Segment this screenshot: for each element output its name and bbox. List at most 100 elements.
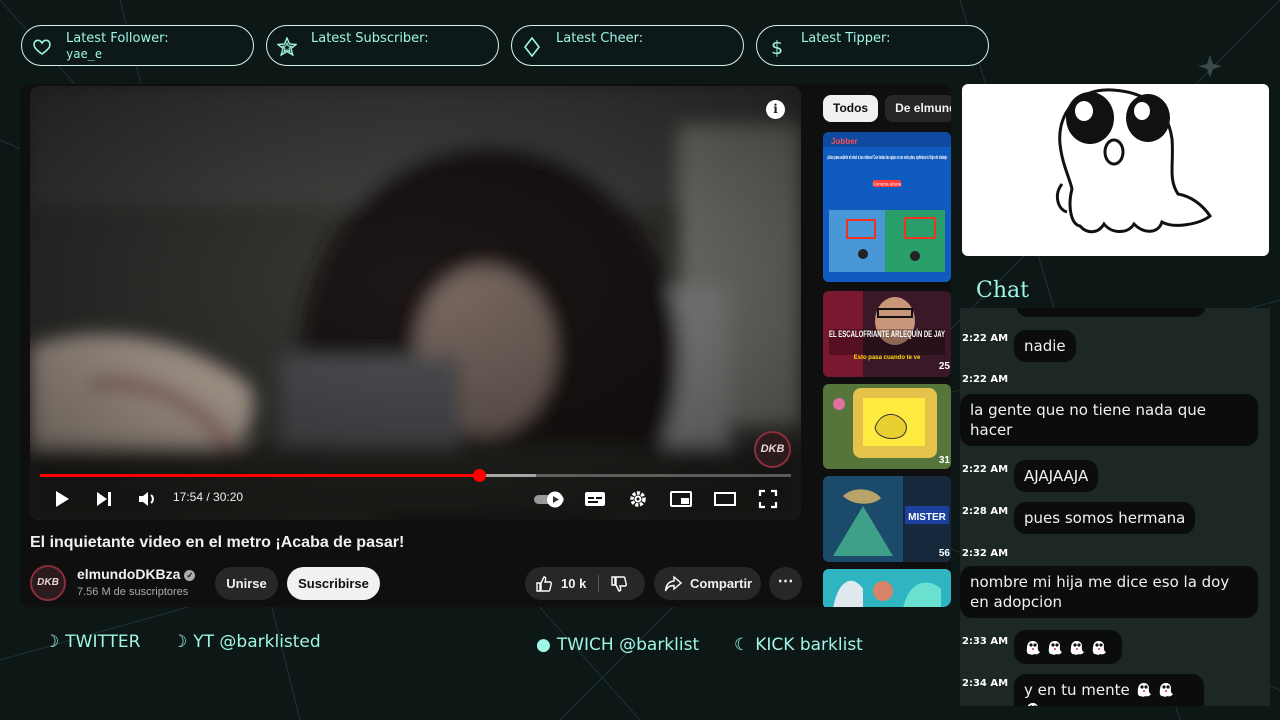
ghost-mascot	[1055, 88, 1213, 234]
chat-text: nombre mi hija me dice eso la doy en ado…	[960, 566, 1258, 618]
settings-icon[interactable]	[627, 488, 649, 510]
ghost-emote-icon	[1137, 683, 1151, 697]
share-icon	[664, 575, 682, 592]
latest-tipper-alert: $ Latest Tipper:	[756, 25, 989, 66]
chat-bubble-partial	[1016, 308, 1206, 317]
ghost-emote-icon	[1027, 703, 1038, 706]
social-youtube-label: YT @barklisted	[193, 632, 321, 652]
thumb-2-title: EL ESCALOFRIANTE ARLEQUÍN DE JAY	[829, 329, 945, 339]
chat-text: y en tu mente	[1024, 681, 1130, 699]
svg-text:$: $	[771, 37, 783, 57]
channel-name-text[interactable]: elmundoDKBza	[77, 566, 180, 582]
alerts-bar: Latest Follower: yae_e Latest Subscriber…	[21, 25, 989, 66]
heart-icon	[33, 39, 51, 55]
thumb-4-badge: 56	[939, 548, 951, 559]
chat-timestamp: 2:22 AM	[962, 464, 1009, 475]
ghost-emote-icon	[1092, 641, 1106, 655]
thumb-4-art: MISTER 56	[823, 476, 951, 562]
thumb-2-art: EL ESCALOFRIANTE ARLEQUÍN DE JAY Esto pa…	[823, 291, 951, 377]
youtube-window: i DKB 17:54 / 30:20 El inquietante video…	[20, 84, 951, 607]
thumb-5-art	[823, 569, 951, 607]
play-icon[interactable]	[51, 488, 73, 510]
more-actions-icon[interactable]: ⋯	[769, 567, 802, 600]
recommended-thumb-2[interactable]: EL ESCALOFRIANTE ARLEQUÍN DE JAY Esto pa…	[823, 291, 951, 377]
social-youtube[interactable]: ☽ YT @barklisted	[172, 632, 321, 652]
autoplay-toggle[interactable]	[533, 488, 567, 510]
channel-name[interactable]: elmundoDKBza ✓	[77, 566, 196, 582]
social-twitch[interactable]: ● TWICH @barklist	[536, 635, 699, 655]
info-icon[interactable]: i	[766, 100, 785, 119]
mascot-panel	[962, 84, 1269, 256]
subtitles-icon[interactable]	[584, 488, 606, 510]
diamond-icon	[523, 37, 541, 57]
miniplayer-icon[interactable]	[670, 488, 692, 510]
like-count[interactable]: 10 k	[561, 567, 586, 600]
chat-emote-bubble	[1014, 630, 1122, 664]
share-label: Compartir	[690, 576, 753, 591]
thumbs-up-icon[interactable]	[535, 575, 553, 593]
moon-icon: ☾	[734, 635, 750, 655]
theater-mode-icon[interactable]	[714, 488, 736, 510]
video-player[interactable]: i DKB 17:54 / 30:20	[30, 86, 801, 520]
moon-icon: ☽	[172, 632, 188, 652]
chip-channel[interactable]: De elmundoDKBza	[885, 95, 951, 122]
like-divider	[598, 575, 599, 592]
channel-avatar[interactable]: DKB	[30, 565, 66, 601]
next-icon[interactable]	[93, 488, 115, 510]
star-icon	[277, 37, 297, 57]
chat-timestamp: 2:32 AM	[962, 548, 1009, 559]
chat-timestamp: 2:22 AM	[962, 374, 1009, 385]
like-dislike-group: 10 k	[525, 567, 645, 600]
chat-title: Chat	[976, 278, 1029, 303]
chat-timestamp: 2:22 AM	[962, 333, 1009, 344]
thumb-2-badge: 25	[939, 361, 951, 372]
thumb-ad-caption: ¡Listo para subirle el nivel a tus video…	[827, 155, 947, 161]
ghost-emote-icon	[1159, 683, 1173, 697]
social-twitch-label: TWICH @barklist	[556, 635, 700, 655]
thumb-ad-art: Jobber ¡Listo para subirle el nivel a tu…	[823, 132, 951, 282]
recommended-thumb-ad[interactable]: Jobber ¡Listo para subirle el nivel a tu…	[823, 132, 951, 282]
circle-icon: ●	[536, 635, 551, 655]
social-kick[interactable]: ☾ KICK barklist	[734, 635, 863, 655]
chat-text-with-emotes: y en tu mente	[1014, 674, 1204, 706]
thumb-3-art: 31	[823, 384, 951, 469]
player-controls: 17:54 / 30:20	[30, 476, 801, 520]
chat-text: nadie	[1014, 330, 1076, 362]
thumb-ad-cta: Compra ahora	[873, 182, 902, 187]
fullscreen-icon[interactable]	[757, 488, 779, 510]
chat-timestamp: 2:33 AM	[962, 636, 1009, 647]
chat-timestamp: 2:34 AM	[962, 678, 1009, 689]
thumb-4-title: MISTER	[908, 512, 947, 523]
recommended-thumb-4[interactable]: MISTER 56	[823, 476, 951, 562]
share-button[interactable]: Compartir	[654, 567, 761, 600]
cheer-label: Latest Cheer:	[556, 31, 644, 46]
latest-cheer-alert: Latest Cheer:	[511, 25, 744, 66]
recommended-thumb-3[interactable]: 31	[823, 384, 951, 469]
chat-panel: 2:22 AM nadie 2:22 AM la gente que no ti…	[960, 308, 1270, 706]
moon-icon: ☽	[44, 632, 60, 652]
join-button[interactable]: Unirse	[215, 567, 278, 600]
latest-subscriber-alert: Latest Subscriber:	[266, 25, 499, 66]
chip-all[interactable]: Todos	[823, 95, 879, 122]
thumb-2-sub: Esto pasa cuando te ve	[854, 355, 921, 361]
verified-icon: ✓	[184, 570, 196, 581]
thumbs-down-icon[interactable]	[610, 575, 628, 593]
tipper-label: Latest Tipper:	[801, 31, 891, 46]
ghost-emote-icon	[1026, 641, 1040, 655]
social-twitter-label: TWITTER	[65, 632, 141, 652]
time-display: 17:54 / 30:20	[173, 490, 244, 504]
subscribe-button[interactable]: Suscribirse	[287, 567, 380, 600]
subscriber-label: Latest Subscriber:	[311, 31, 429, 46]
volume-icon[interactable]	[136, 488, 158, 510]
dollar-icon: $	[771, 37, 783, 57]
social-twitter[interactable]: ☽ TWITTER	[44, 632, 140, 652]
ghost-emote-icon	[1070, 641, 1084, 655]
chat-text: la gente que no tiene nada que hacer	[960, 394, 1258, 446]
social-kick-label: KICK barklist	[755, 635, 863, 655]
latest-follower-alert: Latest Follower: yae_e	[21, 25, 254, 66]
channel-watermark[interactable]: DKB	[754, 431, 791, 468]
recommended-thumb-5[interactable]	[823, 569, 951, 607]
video-title: El inquietante video en el metro ¡Acaba …	[30, 534, 405, 551]
ghost-emote-icon	[1048, 641, 1062, 655]
follower-value: yae_e	[66, 47, 103, 61]
